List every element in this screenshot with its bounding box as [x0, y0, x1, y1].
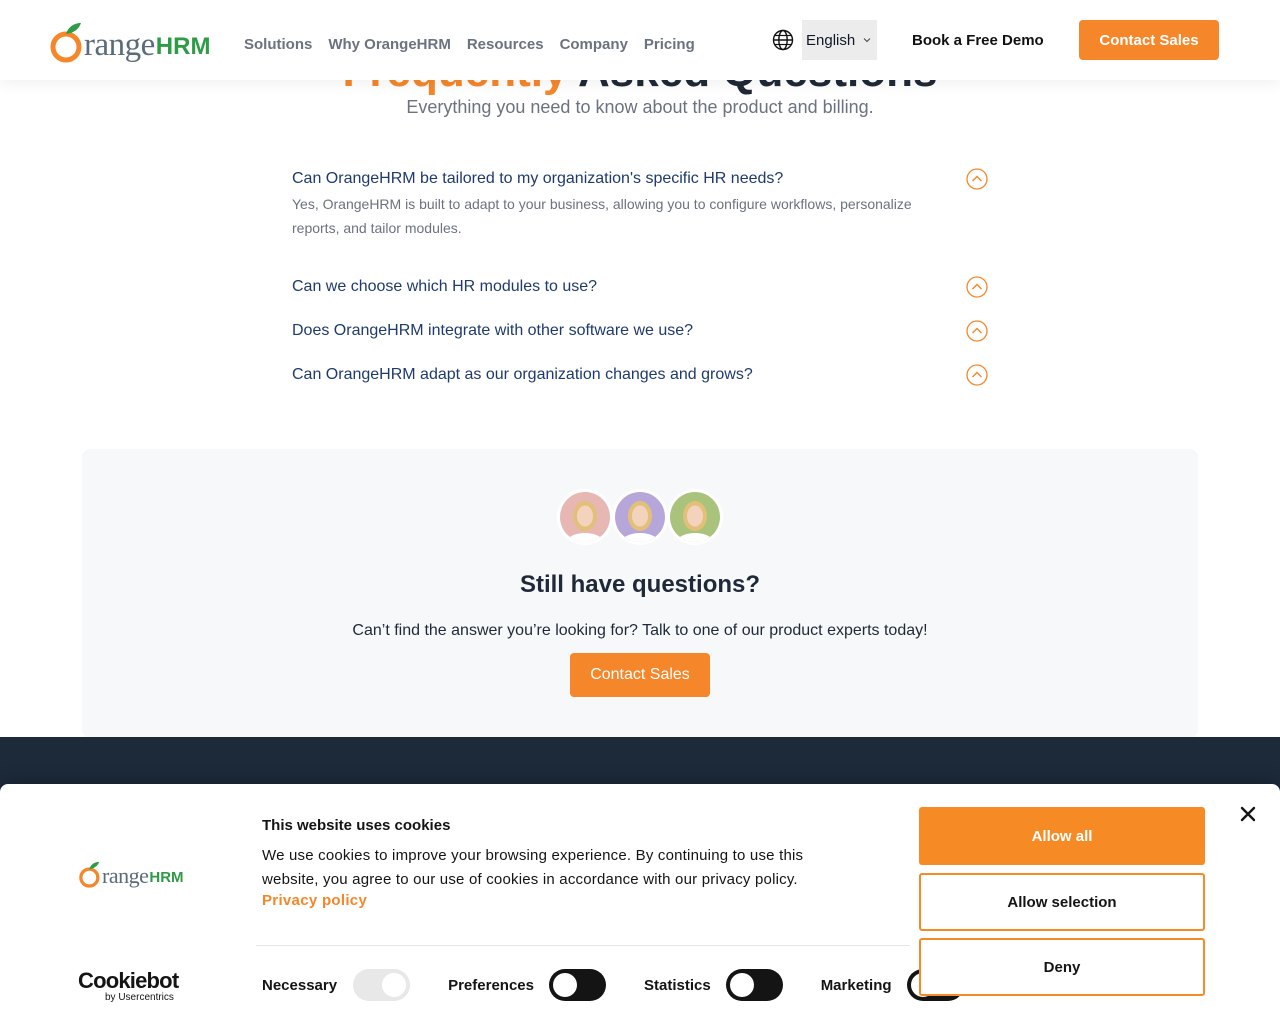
book-demo-link[interactable]: Book a Free Demo [912, 32, 1044, 49]
close-icon[interactable] [1239, 805, 1257, 823]
logo-wordmark: range [84, 27, 155, 63]
site-header: range HRM Solutions Why OrangeHRM Resourc… [0, 0, 1280, 80]
chevron-down-icon [863, 38, 871, 43]
necessary-toggle [353, 969, 411, 1001]
consent-toggles: Necessary Preferences Statistics Marketi… [262, 969, 964, 1001]
faq-list: Can OrangeHRM be tailored to my organiza… [292, 166, 988, 406]
orange-fruit-icon [79, 861, 100, 888]
card-title: Still have questions? [519, 571, 761, 598]
nav-company[interactable]: Company [560, 36, 628, 53]
toggle-label-marketing: Marketing [820, 976, 892, 994]
faq-answer: Yes, OrangeHRM is built to adapt to your… [292, 196, 912, 236]
cookie-title: This website uses cookies [262, 817, 451, 834]
privacy-policy-link[interactable]: Privacy policy [262, 892, 367, 909]
cookie-divider [256, 945, 910, 946]
cookiebot-logo[interactable]: Cookiebot by Usercentrics [78, 968, 179, 1004]
language-select[interactable]: English [802, 20, 877, 60]
faq-subtitle: Everything you need to know about the pr… [406, 97, 874, 117]
chevron-up-icon[interactable] [966, 320, 988, 342]
globe-icon[interactable] [772, 29, 794, 51]
cookie-banner: range HRM Cookiebot by Usercentrics This … [0, 784, 1280, 1024]
cookie-body: We use cookies to improve your browsing … [262, 847, 804, 888]
card-contact-sales-button[interactable]: Contact Sales [570, 653, 710, 697]
main-nav: Solutions Why OrangeHRM Resources Compan… [244, 36, 695, 53]
preferences-toggle[interactable] [548, 969, 606, 1001]
toggle-label-necessary: Necessary [262, 976, 338, 994]
avatar [612, 489, 668, 545]
card-text: Can’t find the answer you’re looking for… [352, 622, 928, 639]
logo-hrm: HRM [149, 869, 184, 886]
orange-fruit-icon [50, 23, 82, 63]
contact-sales-button[interactable]: Contact Sales [1079, 20, 1219, 60]
faq-question[interactable]: Can we choose which HR modules to use? [292, 274, 988, 300]
language-label: English [806, 31, 856, 49]
faq-item: Can OrangeHRM adapt as our organization … [292, 362, 988, 406]
questions-card: Still have questions? Can’t find the ans… [82, 449, 1198, 738]
faq-question[interactable]: Can OrangeHRM adapt as our organization … [292, 362, 988, 388]
chevron-up-icon[interactable] [966, 168, 988, 190]
faq-item: Can we choose which HR modules to use? [292, 274, 988, 318]
avatar [667, 489, 723, 545]
avatar [557, 489, 613, 545]
nav-solutions[interactable]: Solutions [244, 36, 312, 53]
logo-hrm: HRM [155, 33, 211, 60]
faq-question[interactable]: Can OrangeHRM be tailored to my organiza… [292, 166, 988, 192]
toggle-label-preferences: Preferences [448, 976, 534, 994]
chevron-up-icon[interactable] [966, 276, 988, 298]
cookiebot-name: Cookiebot [78, 968, 179, 993]
nav-pricing[interactable]: Pricing [644, 36, 695, 53]
faq-item: Does OrangeHRM integrate with other soft… [292, 318, 988, 362]
logo-wordmark: range [102, 863, 149, 888]
orangehrm-logo[interactable]: range HRM [50, 17, 210, 63]
expert-avatars [557, 489, 723, 545]
deny-button[interactable]: Deny [919, 938, 1205, 996]
nav-why-orangehrm[interactable]: Why OrangeHRM [328, 36, 451, 53]
cookiebot-sub: by Usercentrics [105, 992, 174, 1003]
faq-item: Can OrangeHRM be tailored to my organiza… [292, 166, 988, 274]
allow-selection-button[interactable]: Allow selection [919, 873, 1205, 931]
cookie-banner-logo: range HRM [78, 858, 184, 888]
faq-question[interactable]: Does OrangeHRM integrate with other soft… [292, 318, 988, 344]
statistics-toggle[interactable] [725, 969, 783, 1001]
nav-resources[interactable]: Resources [467, 36, 544, 53]
toggle-label-statistics: Statistics [643, 976, 711, 994]
allow-all-button[interactable]: Allow all [919, 807, 1205, 865]
chevron-up-icon[interactable] [966, 364, 988, 386]
